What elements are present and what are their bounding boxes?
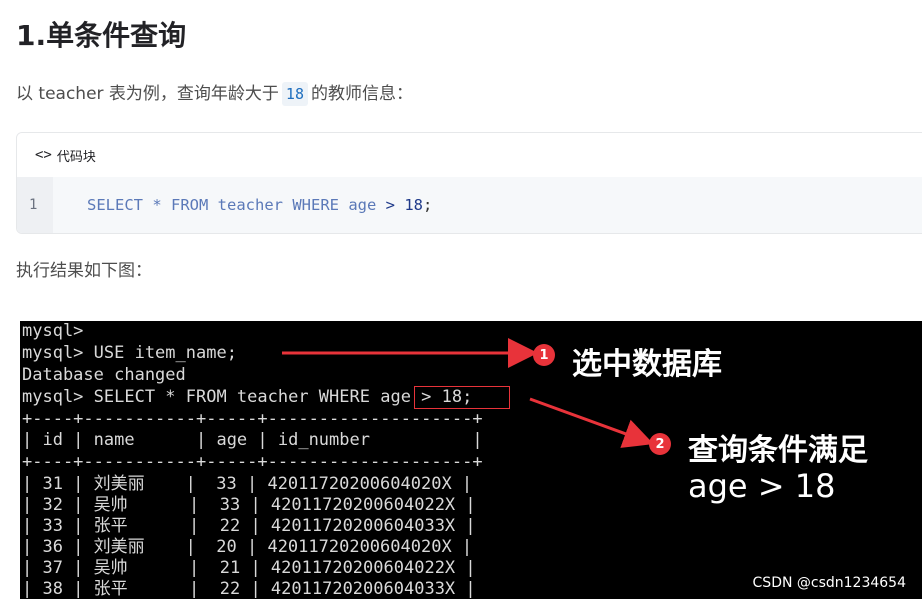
token-col: age xyxy=(339,196,386,214)
token-semicolon: ; xyxy=(423,196,433,214)
annotation-text-1: 选中数据库 xyxy=(572,347,722,382)
annotation-badge-2: 2 xyxy=(649,433,671,455)
code-brackets-icon: <> xyxy=(35,147,52,163)
code-block-header[interactable]: <> 代码块 xyxy=(17,133,922,177)
annotation-text-2-line2: age > 18 xyxy=(688,467,836,505)
intro-text-after: 的教师信息： xyxy=(310,84,413,104)
sql-code-line[interactable]: SELECT * FROM teacher WHERE age > 18; xyxy=(53,177,432,233)
intro-text-before: 以 teacher 表为例，查询年龄大于 xyxy=(16,84,279,104)
code-block-label: 代码块 xyxy=(56,149,96,165)
line-number: 1 xyxy=(17,177,53,233)
annotation-text-2-line1: 查询条件满足 xyxy=(688,433,868,468)
terminal-screenshot: mysql> mysql> USE item_name; Database ch… xyxy=(20,321,922,599)
token-table: teacher xyxy=(208,196,293,214)
result-caption: 执行结果如下图： xyxy=(16,261,152,281)
code-block-body: 1 SELECT * FROM teacher WHERE age > 18; xyxy=(17,177,922,233)
inline-code-18: 18 xyxy=(281,82,308,106)
token-star: * xyxy=(143,196,171,214)
watermark: CSDN @csdn1234654 xyxy=(752,575,906,591)
arrow-2 xyxy=(529,397,654,448)
annotation-badge-1: 1 xyxy=(533,344,555,366)
kw-where: WHERE xyxy=(292,196,339,214)
intro-paragraph: 以 teacher 表为例，查询年龄大于 18 的教师信息： xyxy=(16,80,413,108)
token-num: 18 xyxy=(395,196,424,214)
kw-from: FROM xyxy=(171,196,209,214)
section-heading: 1.单条件查询 xyxy=(16,19,187,52)
code-block: <> 代码块 1 SELECT * FROM teacher WHERE age… xyxy=(16,132,922,234)
token-op: > xyxy=(385,196,396,214)
kw-select: SELECT xyxy=(87,196,143,214)
